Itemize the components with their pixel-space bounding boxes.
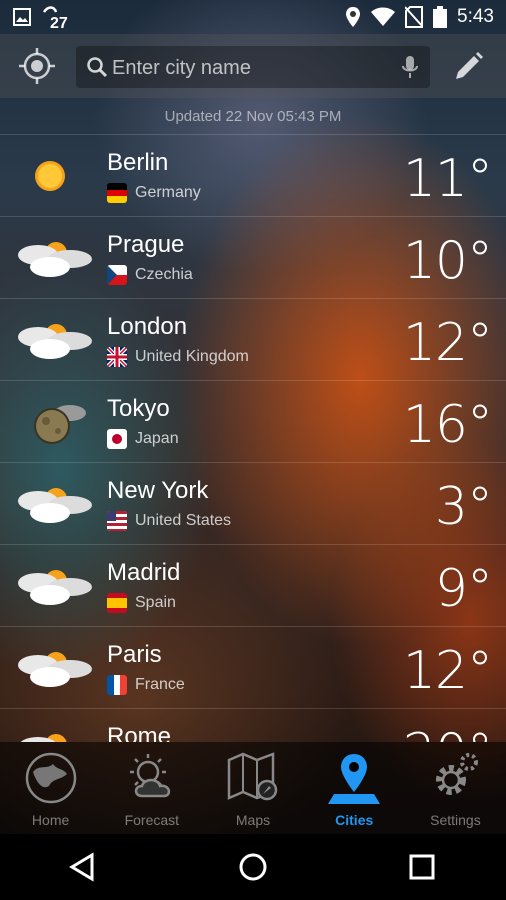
temperature: 12° xyxy=(402,313,493,373)
temperature: 20° xyxy=(403,723,493,742)
city-row-rome[interactable]: Rome 20° xyxy=(0,708,506,742)
temperature: 3° xyxy=(434,477,493,537)
city-name: Rome xyxy=(107,723,172,742)
city-name: Madrid xyxy=(107,559,181,586)
tab-settings[interactable]: Settings xyxy=(405,742,506,834)
tab-label: Home xyxy=(31,812,70,828)
home-icon[interactable] xyxy=(233,847,273,887)
spain-flag-icon xyxy=(107,593,127,613)
partly-cloudy-icon xyxy=(20,734,67,742)
czechia-flag-icon xyxy=(107,265,127,285)
image-notification-icon xyxy=(13,8,31,26)
city-list[interactable]: Berlin Germany 11° Prague Czechia 10° Lo… xyxy=(0,134,506,742)
city-name: Prague xyxy=(107,231,185,258)
city-name: London xyxy=(107,313,188,340)
country-name: United Kingdom xyxy=(135,348,249,365)
city-row-tokyo[interactable]: Tokyo Japan 16° xyxy=(0,380,506,462)
status-time: 5:43 xyxy=(457,6,494,27)
tab-forecast[interactable]: Forecast xyxy=(101,742,202,834)
usa-flag-icon xyxy=(107,511,127,531)
city-name: Paris xyxy=(107,641,162,668)
tab-maps[interactable]: Maps xyxy=(202,742,303,834)
no-sim-icon xyxy=(405,6,424,28)
temperature: 10° xyxy=(402,231,493,291)
city-name: Berlin xyxy=(107,149,169,176)
city-name: New York xyxy=(107,477,209,504)
tab-label: Forecast xyxy=(124,812,180,828)
country-name: Czechia xyxy=(135,266,193,283)
country-name: United States xyxy=(135,512,232,529)
forecast-icon xyxy=(129,754,170,798)
search-icon xyxy=(87,57,108,78)
temperature: 11° xyxy=(402,149,493,209)
city-row-london[interactable]: London United Kingdom 12° xyxy=(0,298,506,380)
updated-timestamp: Updated 22 Nov 05:43 PM xyxy=(164,108,342,125)
toolbar xyxy=(0,34,506,98)
country-name: Germany xyxy=(135,184,201,201)
tab-cities[interactable]: Cities xyxy=(304,742,405,834)
location-status-icon xyxy=(346,7,361,27)
status-bar: 27 5:43 xyxy=(0,0,506,34)
battery-icon xyxy=(433,6,448,28)
city-row-berlin[interactable]: Berlin Germany 11° xyxy=(0,134,506,216)
svg-text:27: 27 xyxy=(50,15,68,30)
uk-flag-icon xyxy=(107,347,127,367)
partly-cloudy-icon xyxy=(18,488,92,523)
temperature: 16° xyxy=(402,395,493,455)
temperature: 12° xyxy=(402,641,493,701)
city-search-input[interactable] xyxy=(110,46,394,90)
partly-cloudy-icon xyxy=(18,652,92,687)
system-navigation-bar xyxy=(0,834,506,900)
country-name: France xyxy=(135,676,185,693)
app-notification-icon: 27 xyxy=(42,6,68,30)
country-name: Spain xyxy=(135,594,176,611)
recents-icon[interactable] xyxy=(402,847,442,887)
city-row-madrid[interactable]: Madrid Spain 9° xyxy=(0,544,506,626)
partly-cloudy-icon xyxy=(18,242,92,277)
temperature: 9° xyxy=(434,559,493,619)
moon-cloud-icon xyxy=(34,405,86,444)
japan-flag-icon xyxy=(107,429,127,449)
back-icon[interactable] xyxy=(64,847,104,887)
tab-label: Cities xyxy=(335,812,374,828)
location-pin-icon xyxy=(328,754,381,804)
sun-icon xyxy=(35,161,65,191)
wifi-icon xyxy=(371,7,396,26)
partly-cloudy-icon xyxy=(18,324,92,359)
city-row-new-york[interactable]: New York United States 3° xyxy=(0,462,506,544)
city-row-prague[interactable]: Prague Czechia 10° xyxy=(0,216,506,298)
gear-icon xyxy=(436,753,479,795)
city-row-paris[interactable]: Paris France 12° xyxy=(0,626,506,708)
tab-label: Maps xyxy=(235,812,271,828)
city-name: Tokyo xyxy=(107,395,170,422)
map-icon xyxy=(227,752,278,801)
globe-icon xyxy=(25,752,76,804)
tab-home[interactable]: Home xyxy=(0,742,101,834)
bottom-navigation: Home Forecast Maps Cities Settings xyxy=(0,742,506,834)
france-flag-icon xyxy=(107,675,127,695)
city-search-box[interactable] xyxy=(76,46,430,90)
microphone-icon[interactable] xyxy=(402,55,418,79)
partly-cloudy-icon xyxy=(18,570,92,605)
germany-flag-icon xyxy=(107,183,127,203)
country-name: Japan xyxy=(135,430,179,447)
current-location-icon[interactable] xyxy=(18,47,56,85)
edit-pencil-icon[interactable] xyxy=(452,51,484,83)
tab-label: Settings xyxy=(430,812,481,828)
